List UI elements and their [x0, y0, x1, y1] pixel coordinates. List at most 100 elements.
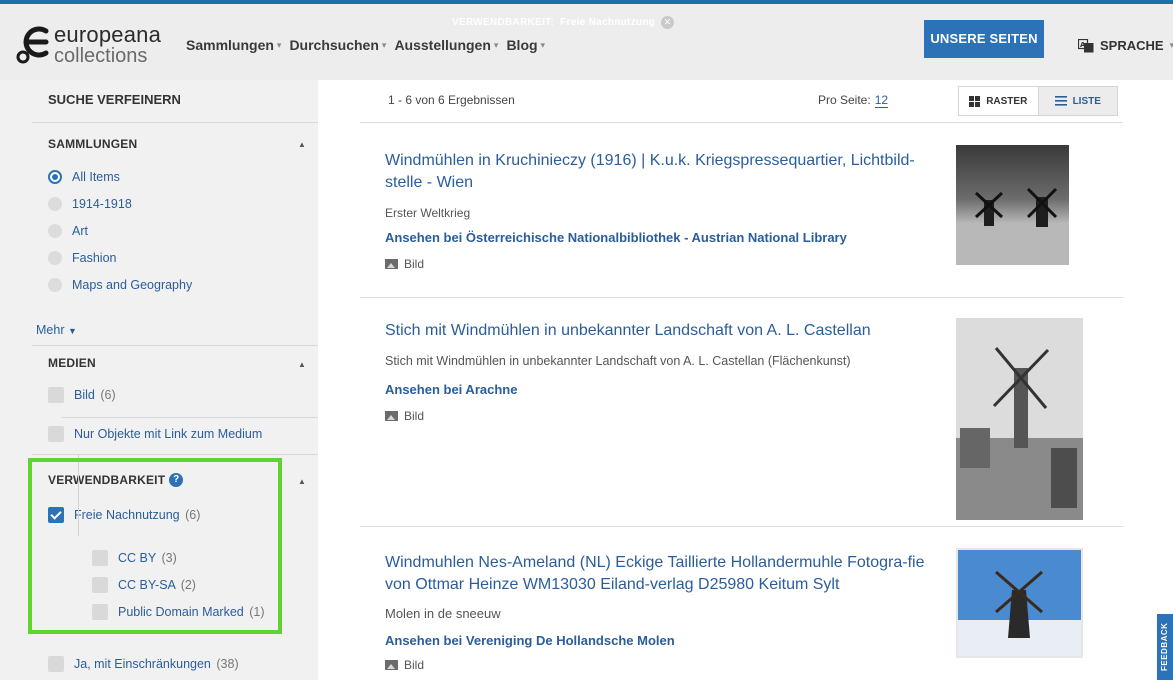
language-selector[interactable]: A SPRACHE ▾	[1078, 38, 1173, 53]
windmill-postcard-image	[958, 550, 1081, 656]
checkbox-cc-by[interactable]: CC BY (3)	[92, 550, 177, 566]
result-title[interactable]: Windmühlen in Kruchinieczy (1916) | K.u.…	[385, 150, 945, 194]
public-domain-count: (1)	[249, 605, 265, 619]
radio-button[interactable]	[48, 278, 62, 292]
radio-button[interactable]	[48, 170, 62, 184]
divider	[32, 122, 318, 123]
result-thumbnail[interactable]	[956, 548, 1083, 658]
per-page: Pro Seite: 12	[818, 93, 889, 108]
option-label: CC BY (3)	[118, 551, 177, 565]
europeana-logo[interactable]: europeana collections	[16, 20, 176, 72]
nav-blog-label: Blog	[506, 37, 538, 53]
checkbox[interactable]	[48, 426, 64, 442]
cc-by-sa-label: CC BY-SA	[118, 578, 176, 592]
image-icon	[385, 411, 398, 421]
nav-durchsuchen[interactable]: Durchsuchen ▾	[289, 37, 386, 53]
nav-sammlungen-label: Sammlungen	[186, 37, 274, 53]
radio-button[interactable]	[48, 224, 62, 238]
svg-text:A: A	[1080, 41, 1086, 49]
feedback-tab[interactable]: FEEDBACK	[1157, 614, 1173, 680]
result-thumbnail[interactable]	[956, 318, 1083, 520]
raster-view-button[interactable]: RASTER	[959, 87, 1039, 115]
option-label: Art	[72, 224, 88, 238]
cc-by-label: CC BY	[118, 551, 156, 565]
checkbox-freie-nachnutzung[interactable]: Freie Nachnutzung (6)	[48, 507, 200, 523]
option-label: 1914-1918	[72, 197, 132, 211]
main-nav: Sammlungen ▾ Durchsuchen ▾ Ausstellungen ▾ …	[186, 37, 553, 53]
radio-button[interactable]	[48, 251, 62, 265]
chevron-down-icon: ▾	[276, 39, 282, 50]
view-toggle: RASTER LISTE	[958, 86, 1118, 116]
close-icon[interactable]: ✕	[661, 16, 675, 29]
divider	[360, 297, 1123, 298]
collapse-icon[interactable]: ▲	[298, 140, 306, 149]
checkbox[interactable]	[92, 550, 108, 566]
checkbox-link-only[interactable]: Nur Objekte mit Link zum Medium	[48, 426, 262, 442]
checkbox[interactable]	[48, 387, 64, 403]
checkbox-cc-by-sa[interactable]: CC BY-SA (2)	[92, 577, 196, 593]
verwendbarkeit-heading[interactable]: VERWENDBARKEIT?	[48, 473, 184, 487]
result-item: Windmuhlen Nes-Ameland (NL) Eckige Taill…	[385, 552, 940, 672]
bild-count: (6)	[100, 388, 116, 402]
result-provider-link[interactable]: Ansehen bei Vereniging De Hollandsche Mo…	[385, 633, 940, 648]
divider	[32, 345, 318, 346]
radio-button[interactable]	[48, 197, 62, 211]
collapse-icon[interactable]: ▲	[298, 477, 306, 486]
medien-heading[interactable]: MEDIEN	[48, 356, 96, 370]
checkbox-public-domain[interactable]: Public Domain Marked (1)	[92, 604, 265, 620]
per-page-label: Pro Seite:	[818, 93, 871, 107]
logo-wordmark: europeana	[54, 22, 162, 47]
image-icon	[385, 660, 398, 670]
refine-sidebar: SUCHE VERFEINERN SAMMLUNGEN ▲ All Items …	[0, 80, 318, 680]
nav-blog[interactable]: Blog ▾	[506, 37, 545, 53]
engraving-image	[956, 318, 1083, 520]
nested-indent-rule	[78, 454, 79, 536]
result-title[interactable]: Windmuhlen Nes-Ameland (NL) Eckige Taill…	[385, 552, 945, 596]
checkbox[interactable]	[48, 507, 64, 523]
chevron-down-icon: ▾	[540, 39, 546, 50]
europeana-logo-icon	[16, 26, 49, 64]
caret-down-icon: ▼	[67, 326, 77, 336]
sammlungen-heading[interactable]: SAMMLUNGEN	[48, 137, 137, 151]
collapse-icon[interactable]: ▲	[298, 360, 306, 369]
result-description: Molen in de sneeuw	[385, 606, 501, 621]
radio-1914-1918[interactable]: 1914-1918	[48, 197, 132, 211]
result-provider-link[interactable]: Ansehen bei Österreichische Nationalbibl…	[385, 230, 940, 245]
chevron-down-icon: ▾	[493, 39, 499, 50]
checkbox[interactable]	[92, 577, 108, 593]
checkbox-ja-einschraenkungen[interactable]: Ja, mit Einschränkungen (38)	[48, 656, 239, 672]
checkbox-bild[interactable]: Bild (6)	[48, 387, 116, 403]
result-title[interactable]: Stich mit Windmühlen in unbekannter Land…	[385, 320, 945, 342]
divider	[360, 122, 1123, 123]
option-label: CC BY-SA (2)	[118, 578, 196, 592]
result-type: Bild	[385, 409, 940, 423]
result-thumbnail[interactable]	[956, 145, 1069, 265]
radio-all-items[interactable]: All Items	[48, 170, 120, 184]
unsere-seiten-button[interactable]: UNSERE SEITEN	[924, 20, 1044, 58]
radio-maps-geography[interactable]: Maps and Geography	[48, 278, 192, 292]
mehr-link[interactable]: Mehr ▼	[36, 323, 77, 337]
ja-count: (38)	[216, 657, 239, 671]
bild-label: Bild	[74, 388, 95, 402]
radio-art[interactable]: Art	[48, 224, 88, 238]
per-page-select[interactable]: 12	[874, 93, 889, 108]
radio-fashion[interactable]: Fashion	[48, 251, 116, 265]
freie-label: Freie Nachnutzung	[74, 508, 180, 522]
freie-count: (6)	[185, 508, 201, 522]
nav-ausstellungen[interactable]: Ausstellungen ▾	[394, 37, 498, 53]
result-type: Bild	[385, 658, 940, 672]
divider	[360, 526, 1123, 527]
mehr-label: Mehr	[36, 323, 65, 337]
nav-sammlungen[interactable]: Sammlungen ▾	[186, 37, 281, 53]
active-filter-key: VERWENDBARKEIT:	[452, 17, 555, 28]
divider	[62, 417, 318, 418]
help-icon[interactable]: ?	[169, 473, 184, 487]
checkbox[interactable]	[48, 656, 64, 672]
active-filter-value: Freie Nachnutzung	[560, 17, 656, 28]
checkbox[interactable]	[92, 604, 108, 620]
option-label: Freie Nachnutzung (6)	[74, 508, 200, 522]
result-provider-link[interactable]: Ansehen bei Arachne	[385, 382, 940, 397]
list-view-button[interactable]: LISTE	[1038, 87, 1117, 115]
result-item: Stich mit Windmühlen in unbekannter Land…	[385, 320, 940, 423]
list-icon	[1054, 96, 1067, 106]
